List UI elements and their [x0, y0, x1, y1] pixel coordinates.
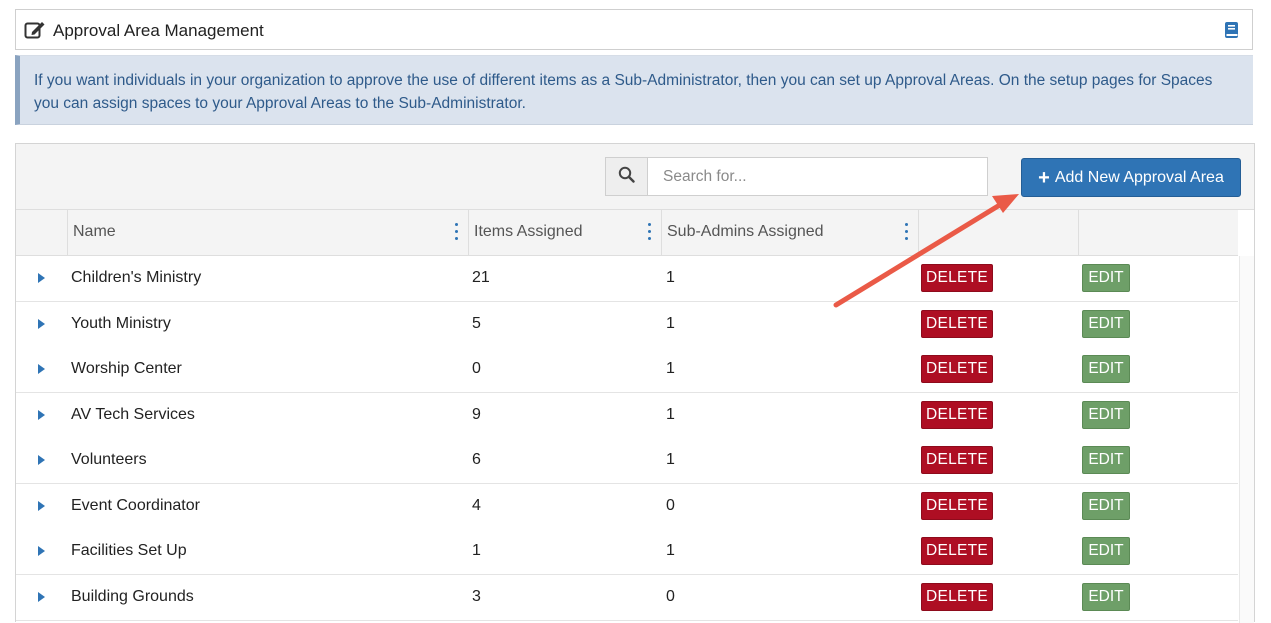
row-items-assigned: 0 — [472, 360, 481, 377]
column-header-items[interactable]: Items Assigned — [468, 210, 661, 255]
edit-button[interactable]: EDIT — [1082, 582, 1130, 611]
panel-header: Approval Area Management — [15, 9, 1253, 50]
expand-row-icon[interactable] — [38, 409, 45, 420]
info-message: If you want individuals in your organiza… — [15, 55, 1253, 125]
row-subadmins-assigned: 1 — [666, 360, 675, 377]
edit-button[interactable]: EDIT — [1082, 491, 1130, 520]
delete-button[interactable]: DELETE — [921, 400, 993, 429]
row-name: Event Coordinator — [71, 496, 200, 514]
column-header-subadmins[interactable]: Sub-Admins Assigned — [661, 210, 918, 255]
row-items-assigned: 21 — [472, 269, 490, 286]
row-name: Children's Ministry — [71, 269, 202, 286]
add-approval-area-button[interactable]: + Add New Approval Area — [1021, 158, 1241, 197]
row-name: Facilities Set Up — [71, 542, 187, 559]
table-row: Event Coordinator 4 0 DELETE EDIT — [16, 483, 1238, 530]
expand-row-icon[interactable] — [38, 591, 45, 602]
row-subadmins-assigned: 0 — [666, 587, 675, 605]
expand-row-icon[interactable] — [38, 318, 45, 329]
grid-toolbar: + Add New Approval Area — [16, 144, 1254, 210]
column-menu-icon[interactable] — [905, 223, 909, 241]
approval-areas-grid: + Add New Approval Area Name Items Assig… — [15, 143, 1255, 623]
row-name: Building Grounds — [71, 587, 194, 605]
row-subadmins-assigned: 0 — [666, 496, 675, 514]
column-menu-icon[interactable] — [648, 223, 652, 241]
column-header-edit — [1078, 210, 1238, 255]
table-row: AV Tech Services 9 1 DELETE EDIT — [16, 392, 1238, 439]
vertical-scrollbar[interactable] — [1239, 256, 1254, 623]
edit-button[interactable]: EDIT — [1082, 309, 1130, 338]
row-items-assigned: 5 — [472, 314, 481, 332]
search-input[interactable] — [647, 157, 988, 196]
edit-square-icon — [24, 20, 46, 40]
row-name: Worship Center — [71, 360, 182, 377]
row-subadmins-assigned: 1 — [666, 405, 675, 423]
row-subadmins-assigned: 1 — [666, 314, 675, 332]
page-title: Approval Area Management — [53, 21, 264, 40]
row-items-assigned: 1 — [472, 542, 481, 559]
table-row: Worship Center 0 1 DELETE EDIT — [16, 347, 1238, 393]
delete-button[interactable]: DELETE — [921, 446, 993, 474]
row-subadmins-assigned: 1 — [666, 451, 675, 468]
delete-button[interactable]: DELETE — [921, 491, 993, 520]
delete-button[interactable]: DELETE — [921, 264, 993, 292]
expand-row-icon[interactable] — [38, 455, 45, 465]
expand-row-icon[interactable] — [38, 500, 45, 511]
column-header-name-label: Name — [73, 223, 116, 240]
table-row: Volunteers 6 1 DELETE EDIT — [16, 438, 1238, 484]
search-icon — [618, 166, 635, 188]
table-row: Youth Ministry 5 1 DELETE EDIT — [16, 301, 1238, 348]
table-row: Building Grounds 3 0 DELETE EDIT — [16, 574, 1238, 621]
edit-button[interactable]: EDIT — [1082, 537, 1130, 565]
edit-button[interactable]: EDIT — [1082, 264, 1130, 292]
table-row: Children's Ministry 21 1 DELETE EDIT — [16, 256, 1238, 302]
row-items-assigned: 4 — [472, 496, 481, 514]
row-items-assigned: 9 — [472, 405, 481, 423]
plus-icon: + — [1038, 166, 1050, 189]
edit-button[interactable]: EDIT — [1082, 355, 1130, 383]
column-header-items-label: Items Assigned — [474, 223, 583, 240]
row-subadmins-assigned: 1 — [666, 542, 675, 559]
row-name: Youth Ministry — [71, 314, 171, 332]
column-header-subadmins-label: Sub-Admins Assigned — [667, 223, 824, 240]
delete-button[interactable]: DELETE — [921, 582, 993, 611]
row-subadmins-assigned: 1 — [666, 269, 675, 286]
header-expand-cell — [16, 210, 67, 255]
row-name: Volunteers — [71, 451, 147, 468]
column-menu-icon[interactable] — [455, 223, 459, 241]
add-approval-area-label: Add New Approval Area — [1054, 168, 1224, 186]
row-items-assigned: 3 — [472, 587, 481, 605]
book-icon[interactable] — [1224, 21, 1240, 39]
delete-button[interactable]: DELETE — [921, 537, 993, 565]
table-header: Name Items Assigned Sub-Admins Assigned — [16, 210, 1238, 256]
expand-row-icon[interactable] — [38, 364, 45, 374]
expand-row-icon[interactable] — [38, 273, 45, 283]
column-header-delete — [918, 210, 1078, 255]
delete-button[interactable]: DELETE — [921, 355, 993, 383]
edit-button[interactable]: EDIT — [1082, 446, 1130, 474]
column-header-name[interactable]: Name — [67, 210, 468, 255]
row-name: AV Tech Services — [71, 405, 195, 423]
edit-button[interactable]: EDIT — [1082, 400, 1130, 429]
search-button[interactable] — [605, 157, 648, 196]
row-items-assigned: 6 — [472, 451, 481, 468]
delete-button[interactable]: DELETE — [921, 309, 993, 338]
expand-row-icon[interactable] — [38, 546, 45, 556]
table-row: Facilities Set Up 1 1 DELETE EDIT — [16, 529, 1238, 575]
